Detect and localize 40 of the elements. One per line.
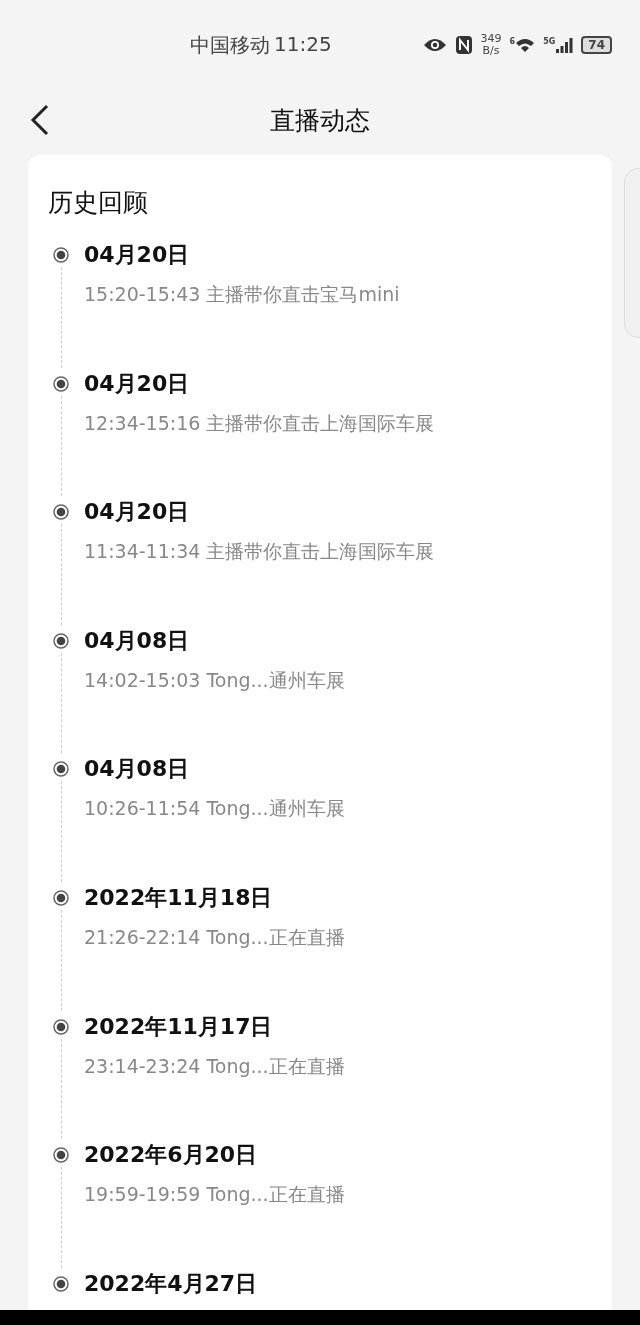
back-icon[interactable] — [30, 104, 50, 136]
clock-time: 11:25 — [274, 31, 332, 58]
network-type: 5G — [543, 37, 556, 46]
session-detail[interactable]: 10:26-11:54 Tong...通州车展 — [84, 794, 345, 823]
page-title: 直播动态 — [270, 104, 370, 137]
session-date[interactable]: 04月20日 — [84, 496, 435, 529]
eye-icon — [422, 37, 447, 53]
session-date[interactable]: 04月08日 — [84, 624, 345, 657]
timeline-dot-icon — [53, 889, 69, 906]
session-detail[interactable]: 12:34-15:16 主播带你直击上海国际车展 — [84, 408, 435, 437]
timeline-dot-icon — [53, 375, 69, 392]
battery-level: 74 — [581, 36, 612, 54]
session-detail[interactable]: 19:59-19:59 Tong...正在直播 — [84, 1180, 345, 1209]
session-detail[interactable]: 23:14-23:24 Tong...正在直播 — [84, 1051, 345, 1080]
timeline-dot-icon — [53, 1147, 69, 1164]
session-detail[interactable]: 15:20-15:43 主播带你直击宝马mini — [84, 280, 400, 308]
timeline-dot-icon — [53, 247, 69, 263]
timeline-dot-icon — [53, 632, 69, 649]
timeline-dot-icon — [53, 1018, 69, 1035]
session-detail[interactable]: 11:34-11:34 主播带你直击上海国际车展 — [84, 537, 435, 566]
speed-value: 349 — [480, 33, 502, 45]
session-date[interactable]: 04月20日 — [84, 367, 435, 400]
session-date[interactable]: 2022年11月18日 — [84, 881, 345, 914]
signal-icon — [555, 37, 574, 53]
timeline-dot-icon — [53, 761, 69, 778]
session-date[interactable]: 04月20日 — [84, 239, 400, 271]
session-date[interactable]: 2022年11月17日 — [84, 1010, 345, 1043]
session-detail[interactable]: 14:02-15:03 Tong...通州车展 — [84, 665, 345, 694]
nfc-icon — [454, 35, 473, 55]
session-detail[interactable]: 21:26-22:14 Tong...正在直播 — [84, 922, 345, 951]
timeline-dot-icon — [53, 504, 69, 521]
wifi-icon — [515, 37, 536, 53]
speed-unit: B/s — [482, 45, 500, 57]
section-title: 历史回顾 — [48, 187, 149, 219]
session-date[interactable]: 2022年4月27日 — [84, 1267, 258, 1300]
timeline-dot-icon — [53, 1275, 69, 1292]
wifi-generation-label: 6 — [509, 37, 516, 46]
session-date[interactable]: 04月08日 — [84, 753, 345, 786]
carrier-name: 中国移动 — [190, 31, 270, 59]
session-date[interactable]: 2022年6月20日 — [84, 1139, 345, 1172]
